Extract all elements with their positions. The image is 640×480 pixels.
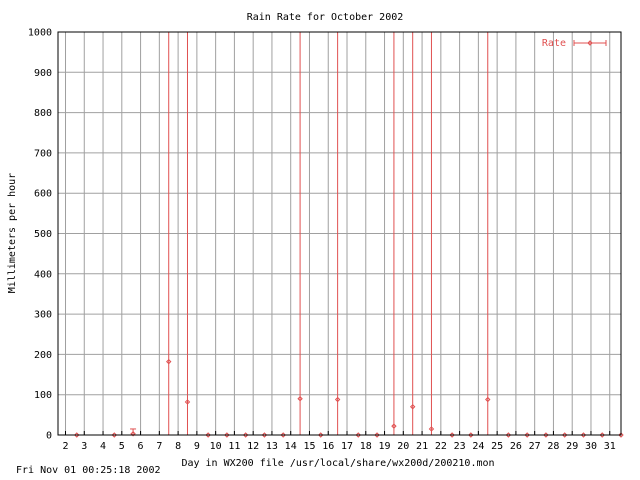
y-tick-label: 0 [46, 431, 52, 442]
x-tick-label: 12 [247, 441, 259, 452]
x-tick-label: 27 [529, 441, 541, 452]
x-tick-label: 3 [81, 441, 87, 452]
y-tick-label: 800 [34, 108, 52, 119]
x-tick-label: 16 [322, 441, 334, 452]
x-tick-label: 8 [175, 441, 181, 452]
x-tick-label: 28 [547, 441, 559, 452]
x-axis-label: Day in WX200 file /usr/local/share/wx200… [181, 458, 494, 469]
x-tick-label: 23 [454, 441, 466, 452]
x-tick-label: 11 [228, 441, 240, 452]
x-tick-label: 9 [194, 441, 200, 452]
x-tick-label: 18 [360, 441, 372, 452]
x-tick-label: 24 [472, 441, 484, 452]
x-tick-label: 29 [566, 441, 578, 452]
y-tick-label: 700 [34, 148, 52, 159]
y-tick-label: 500 [34, 229, 52, 240]
x-tick-label: 15 [303, 441, 315, 452]
tick-labels: 2 3 4 5 6 7 8 9 10 11 12 13 14 15 16 17 18 19 20 21 22 23 24 25… [28, 28, 616, 453]
x-tick-label: 30 [585, 441, 597, 452]
rain-rate-chart: 2 3 4 5 6 7 8 9 10 11 12 13 14 15 16 17 18 19 20 21 22 23 24 25… [7, 12, 624, 469]
x-tick-label: 21 [416, 441, 428, 452]
x-tick-label: 31 [604, 441, 616, 452]
x-tick-label: 4 [100, 441, 106, 452]
y-tick-label: 400 [34, 269, 52, 280]
x-tick-label: 13 [266, 441, 278, 452]
x-tick-label: 25 [491, 441, 503, 452]
y-axis-label: Millimeters per hour [7, 173, 18, 293]
x-tick-label: 14 [285, 441, 297, 452]
chart-title: Rain Rate for October 2002 [247, 12, 404, 23]
y-tick-label: 300 [34, 310, 52, 321]
x-tick-label: 10 [210, 441, 222, 452]
y-tick-label: 200 [34, 350, 52, 361]
y-tick-label: 900 [34, 68, 52, 79]
grid [58, 31, 621, 436]
y-tick-label: 100 [34, 390, 52, 401]
legend: Rate [542, 38, 607, 49]
y-tick-label: 1000 [28, 28, 52, 39]
x-tick-label: 5 [119, 441, 125, 452]
x-tick-label: 17 [341, 441, 353, 452]
x-tick-label: 2 [62, 441, 68, 452]
series-rate [74, 31, 624, 438]
x-tick-label: 7 [156, 441, 162, 452]
timestamp-footer: Fri Nov 01 00:25:18 2002 [16, 465, 161, 476]
y-tick-label: 600 [34, 189, 52, 200]
legend-label-rate: Rate [542, 38, 566, 49]
x-tick-label: 22 [435, 441, 447, 452]
x-tick-label: 6 [138, 441, 144, 452]
x-tick-label: 20 [397, 441, 409, 452]
x-tick-label: 26 [510, 441, 522, 452]
x-tick-label: 19 [379, 441, 391, 452]
